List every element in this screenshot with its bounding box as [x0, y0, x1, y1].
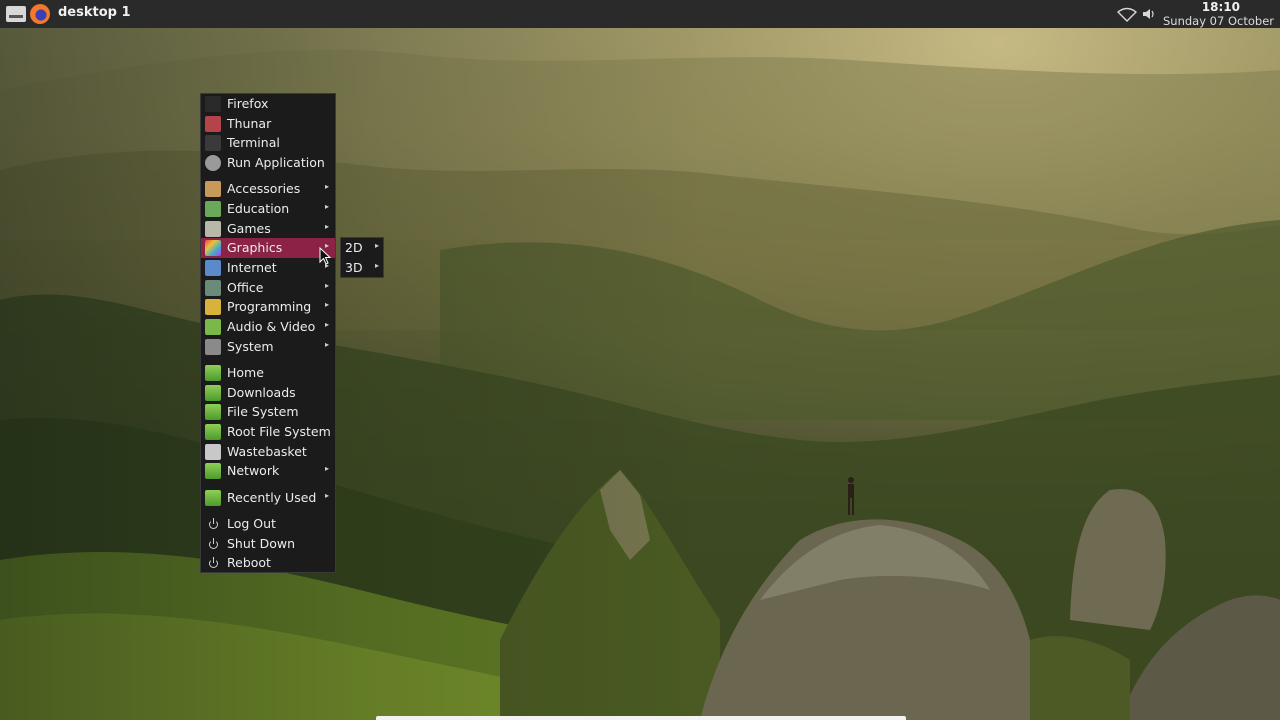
firefox-icon [205, 96, 221, 112]
menu-item-label: Reboot [227, 555, 271, 570]
menu-item-label: Run Application [227, 155, 325, 170]
folder-icon [205, 385, 221, 401]
menu-item-accessories[interactable]: Accessories ▸ [201, 179, 335, 199]
submenu-item-2d[interactable]: 2D ▸ [341, 238, 383, 258]
menu-item-label: Thunar [227, 116, 272, 131]
top-panel: desktop 1 18:10 Sunday 07 October [0, 0, 1280, 28]
menu-item-recently-used[interactable]: Recently Used ▸ [201, 488, 335, 508]
menu-item-label: Home [227, 365, 264, 380]
wifi-icon[interactable] [1117, 6, 1137, 22]
system-icon [205, 339, 221, 355]
menu-item-label: System [227, 339, 274, 354]
chevron-right-icon: ▸ [374, 261, 379, 270]
chevron-right-icon: ▸ [324, 320, 329, 329]
folder-icon [205, 463, 221, 479]
desktop[interactable]: desktop 1 18:10 Sunday 07 October Firefo… [0, 0, 1280, 720]
menu-item-label: Root File System [227, 424, 331, 439]
chevron-right-icon: ▸ [324, 222, 329, 231]
power-icon [205, 555, 221, 571]
menu-item-label: Audio & Video [227, 319, 316, 334]
submenu-item-label: 2D [345, 240, 363, 255]
chevron-right-icon: ▸ [374, 241, 379, 250]
accessories-icon [205, 181, 221, 197]
graphics-icon [205, 240, 221, 256]
menu-item-label: Shut Down [227, 536, 296, 551]
menu-item-label: Log Out [227, 516, 276, 531]
menu-item-label: Downloads [227, 385, 296, 400]
power-icon [205, 536, 221, 552]
menu-item-office[interactable]: Office ▸ [201, 278, 335, 298]
menu-item-label: Recently Used [227, 490, 317, 505]
volume-icon[interactable] [1141, 6, 1157, 22]
chevron-right-icon: ▸ [324, 202, 329, 211]
menu-item-label: Wastebasket [227, 444, 307, 459]
menu-item-audio-video[interactable]: Audio & Video ▸ [201, 317, 335, 337]
clock-date[interactable]: Sunday 07 October [1163, 14, 1274, 28]
menu-item-label: Graphics [227, 240, 283, 255]
menu-item-label: Education [227, 201, 290, 216]
menu-item-system[interactable]: System ▸ [201, 337, 335, 357]
chevron-right-icon: ▸ [324, 182, 329, 191]
menu-item-label: File System [227, 404, 299, 419]
chevron-right-icon: ▸ [324, 300, 329, 309]
mouse-cursor-icon [319, 247, 331, 265]
office-icon [205, 280, 221, 296]
application-menu: Firefox Thunar Terminal Run Application … [200, 93, 336, 573]
firefox-icon[interactable] [30, 4, 50, 24]
menu-item-root-file-system[interactable]: Root File System [201, 422, 335, 442]
menu-icon[interactable] [6, 6, 26, 22]
menu-item-label: Accessories [227, 181, 301, 196]
file-manager-icon [205, 116, 221, 132]
menu-item-home[interactable]: Home [201, 363, 335, 383]
menu-item-thunar[interactable]: Thunar [201, 114, 335, 134]
submenu-item-3d[interactable]: 3D ▸ [341, 258, 383, 278]
gear-icon [205, 155, 221, 171]
menu-item-label: Firefox [227, 96, 269, 111]
programming-icon [205, 299, 221, 315]
folder-icon [205, 404, 221, 420]
clock-time[interactable]: 18:10 [1202, 0, 1240, 14]
menu-item-internet[interactable]: Internet ▸ [201, 258, 335, 278]
menu-item-run-application[interactable]: Run Application [201, 153, 335, 173]
chevron-right-icon: ▸ [324, 340, 329, 349]
menu-item-shut-down[interactable]: Shut Down [201, 534, 335, 554]
menu-item-file-system[interactable]: File System [201, 402, 335, 422]
menu-item-graphics[interactable]: Graphics ▸ [201, 238, 335, 258]
terminal-icon [205, 135, 221, 151]
internet-icon [205, 260, 221, 276]
menu-item-games[interactable]: Games ▸ [201, 219, 335, 239]
audio-video-icon [205, 319, 221, 335]
folder-icon [205, 490, 221, 506]
folder-icon [205, 365, 221, 381]
games-icon [205, 221, 221, 237]
menu-item-reboot[interactable]: Reboot [201, 553, 335, 573]
taskbar-edge [376, 716, 906, 720]
desktop-label[interactable]: desktop 1 [58, 5, 131, 20]
menu-item-log-out[interactable]: Log Out [201, 514, 335, 534]
menu-item-label: Office [227, 280, 264, 295]
menu-item-label: Terminal [227, 135, 280, 150]
chevron-right-icon: ▸ [324, 281, 329, 290]
chevron-right-icon: ▸ [324, 491, 329, 500]
trash-icon [205, 444, 221, 460]
menu-item-programming[interactable]: Programming ▸ [201, 297, 335, 317]
menu-item-label: Games [227, 221, 271, 236]
menu-item-terminal[interactable]: Terminal [201, 133, 335, 153]
menu-item-wastebasket[interactable]: Wastebasket [201, 442, 335, 462]
menu-item-network[interactable]: Network ▸ [201, 461, 335, 481]
graphics-submenu: 2D ▸ 3D ▸ [340, 237, 384, 278]
chevron-right-icon: ▸ [324, 464, 329, 473]
menu-item-label: Network [227, 463, 280, 478]
power-icon [205, 516, 221, 532]
menu-item-downloads[interactable]: Downloads [201, 383, 335, 403]
folder-icon [205, 424, 221, 440]
menu-item-label: Programming [227, 299, 312, 314]
menu-item-education[interactable]: Education ▸ [201, 199, 335, 219]
education-icon [205, 201, 221, 217]
menu-item-firefox[interactable]: Firefox [201, 94, 335, 114]
shade-overlay [0, 0, 1280, 720]
menu-item-label: Internet [227, 260, 277, 275]
submenu-item-label: 3D [345, 260, 363, 275]
